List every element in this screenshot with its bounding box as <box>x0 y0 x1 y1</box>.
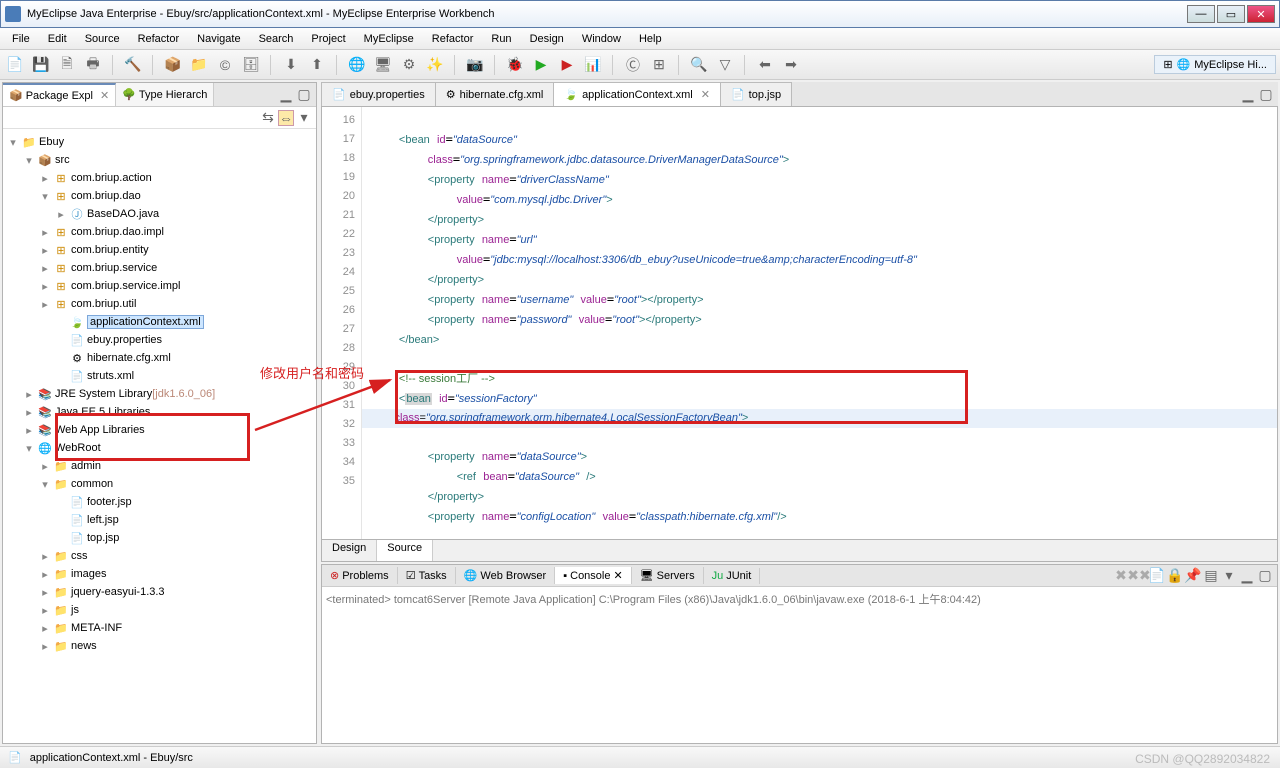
saveall-icon[interactable]: 🗎 <box>56 54 78 76</box>
tab-type-hierarchy[interactable]: 🌳Type Hierarch <box>116 83 214 106</box>
menu-help[interactable]: Help <box>631 31 670 47</box>
tab-applicationcontext[interactable]: 🍃applicationContext.xml✕ <box>553 82 721 106</box>
tab-console[interactable]: ▪Console✕ <box>555 567 631 584</box>
statusbar: 📄 applicationContext.xml - Ebuy/src <box>0 746 1280 768</box>
minimize-button[interactable]: — <box>1187 5 1215 23</box>
menu-project[interactable]: Project <box>303 31 353 47</box>
app-icon <box>5 6 21 22</box>
link-icon[interactable]: ⇔ <box>278 110 294 126</box>
newpkg-icon[interactable]: ⊞ <box>648 54 670 76</box>
mark-icon[interactable]: ▽ <box>714 54 736 76</box>
wizard-icon[interactable]: ✨ <box>424 54 446 76</box>
pin-icon[interactable]: 📌 <box>1185 568 1201 584</box>
perspective-switcher[interactable]: ⊞ 🌐 MyEclipse Hi... <box>1154 55 1276 74</box>
runext-icon[interactable]: ▶ <box>556 54 578 76</box>
server-icon[interactable]: 🖥 <box>372 54 394 76</box>
new-icon[interactable]: 📄 <box>4 54 26 76</box>
menu-edit[interactable]: Edit <box>40 31 75 47</box>
menu-navigate[interactable]: Navigate <box>189 31 248 47</box>
minimize-icon[interactable]: ▁ <box>1239 568 1255 584</box>
menu-design[interactable]: Design <box>522 31 572 47</box>
grid-icon: ⊞ <box>1163 58 1172 71</box>
watermark: CSDN @QQ2892034822 <box>1135 752 1270 766</box>
tab-problems[interactable]: ⊗Problems <box>322 567 398 584</box>
tab-tasks[interactable]: ☑Tasks <box>398 567 456 584</box>
clear-icon[interactable]: 📄 <box>1149 568 1165 584</box>
menu-myeclipse[interactable]: MyEclipse <box>356 31 422 47</box>
run-icon[interactable]: ▶ <box>530 54 552 76</box>
maximize-icon[interactable]: ▢ <box>296 87 312 103</box>
scroll-lock-icon[interactable]: 🔒 <box>1167 568 1183 584</box>
menu-search[interactable]: Search <box>251 31 302 47</box>
search-icon[interactable]: 🔍 <box>688 54 710 76</box>
close-icon[interactable]: ✕ <box>100 89 109 102</box>
console-panel: ⊗Problems ☑Tasks 🌐Web Browser ▪Console✕ … <box>321 564 1278 744</box>
editor-tabs: 📄ebuy.properties ⚙hibernate.cfg.xml 🍃app… <box>321 82 1278 106</box>
code-content[interactable]: <bean id="dataSource" class="org.springf… <box>362 107 1277 539</box>
tab-ebuy-properties[interactable]: 📄ebuy.properties <box>321 82 436 106</box>
console-output[interactable]: <terminated> tomcat6Server [Remote Java … <box>322 587 1277 743</box>
editor-area: 📄ebuy.properties ⚙hibernate.cfg.xml 🍃app… <box>321 82 1278 744</box>
removeall-icon[interactable]: ✖✖ <box>1131 568 1147 584</box>
maximize-button[interactable]: ▭ <box>1217 5 1245 23</box>
tab-webbrowser[interactable]: 🌐Web Browser <box>456 567 556 584</box>
class-icon[interactable]: © <box>214 54 236 76</box>
status-icon: 📄 <box>8 751 22 764</box>
menubar: File Edit Source Refactor Navigate Searc… <box>0 28 1280 50</box>
db-icon[interactable]: 🗄 <box>240 54 262 76</box>
editor-bottom-tabs: Design Source <box>321 540 1278 562</box>
debug-icon[interactable]: 🐞 <box>504 54 526 76</box>
tab-source[interactable]: Source <box>377 540 433 561</box>
maximize-icon[interactable]: ▢ <box>1257 568 1273 584</box>
import-icon[interactable]: ⬆ <box>306 54 328 76</box>
project-tree[interactable]: ▾📁Ebuy ▾📦src ▸⊞com.briup.action ▾⊞com.br… <box>3 129 316 743</box>
status-path: applicationContext.xml - Ebuy/src <box>30 752 193 764</box>
folder-icon[interactable]: 📁 <box>188 54 210 76</box>
minimize-icon[interactable]: ▁ <box>278 87 294 103</box>
export-icon[interactable]: ⬇ <box>280 54 302 76</box>
close-icon[interactable]: ✕ <box>701 88 710 101</box>
collapse-icon[interactable]: ⇆ <box>260 110 276 126</box>
package-explorer-panel: 📦Package Expl✕ 🌳Type Hierarch ▁ ▢ ⇆ ⇔ ▾ … <box>2 82 317 744</box>
package-icon[interactable]: 📦 <box>162 54 184 76</box>
display-icon[interactable]: ▤ <box>1203 568 1219 584</box>
menu-refactor2[interactable]: Refactor <box>424 31 482 47</box>
close-icon[interactable]: ✕ <box>613 569 622 582</box>
selected-file[interactable]: applicationContext.xml <box>87 315 204 329</box>
back-icon[interactable]: ⬅ <box>754 54 776 76</box>
window-title: MyEclipse Java Enterprise - Ebuy/src/app… <box>27 8 1187 20</box>
tab-junit[interactable]: JuJUnit <box>704 568 761 584</box>
close-button[interactable]: ✕ <box>1247 5 1275 23</box>
camera-icon[interactable]: 📷 <box>464 54 486 76</box>
menu-refactor[interactable]: Refactor <box>130 31 188 47</box>
menu-run[interactable]: Run <box>483 31 519 47</box>
print-icon[interactable]: 🖶 <box>82 54 104 76</box>
tab-package-explorer[interactable]: 📦Package Expl✕ <box>3 83 116 106</box>
save-icon[interactable]: 💾 <box>30 54 52 76</box>
fwd-icon[interactable]: ➡ <box>780 54 802 76</box>
line-gutter: 16 17 18 19 20 21 22 23 24 25 26 27 28 2… <box>322 107 362 539</box>
newclass-icon[interactable]: Ⓒ <box>622 54 644 76</box>
build-icon[interactable]: 🔨 <box>122 54 144 76</box>
deploy-icon[interactable]: ⚙ <box>398 54 420 76</box>
tab-hibernate-cfg[interactable]: ⚙hibernate.cfg.xml <box>435 82 555 106</box>
menu-icon[interactable]: ▾ <box>296 110 312 126</box>
globe-icon: 🌐 <box>1177 58 1191 71</box>
main-toolbar: 📄 💾 🗎 🖶 🔨 📦 📁 © 🗄 ⬇ ⬆ 🌐 🖥 ⚙ ✨ 📷 🐞 ▶ ▶ 📊 … <box>0 50 1280 80</box>
tab-top-jsp[interactable]: 📄top.jsp <box>720 82 792 106</box>
tab-design[interactable]: Design <box>322 540 377 561</box>
menu-window[interactable]: Window <box>574 31 629 47</box>
profile-icon[interactable]: 📊 <box>582 54 604 76</box>
browser-icon[interactable]: 🌐 <box>346 54 368 76</box>
open-icon[interactable]: ▾ <box>1221 568 1237 584</box>
maximize-icon[interactable]: ▢ <box>1258 86 1274 102</box>
tab-servers[interactable]: 🖥Servers <box>632 567 704 584</box>
minimize-icon[interactable]: ▁ <box>1240 86 1256 102</box>
menu-file[interactable]: File <box>4 31 38 47</box>
menu-source[interactable]: Source <box>77 31 128 47</box>
titlebar: MyEclipse Java Enterprise - Ebuy/src/app… <box>0 0 1280 28</box>
code-editor[interactable]: 16 17 18 19 20 21 22 23 24 25 26 27 28 2… <box>321 106 1278 540</box>
